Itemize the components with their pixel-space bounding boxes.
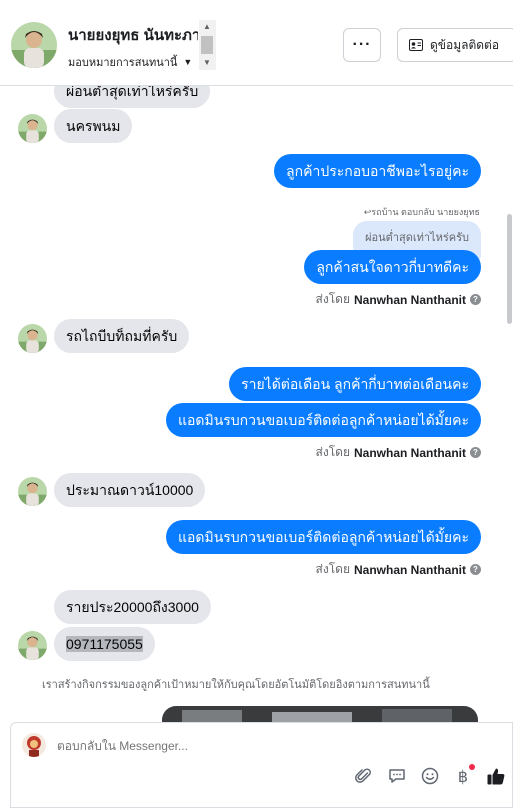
sent-by-prefix: ส่งโดย — [315, 292, 350, 306]
incoming-message: 0971175055 — [54, 627, 155, 661]
contact-info-label: ดูข้อมูลติดต่อ — [430, 37, 500, 52]
system-notice: เราสร้างกิจกรรมของลูกค้าเป้าหมายให้กับคุ… — [42, 679, 430, 691]
outgoing-message: ลูกค้าสนใจดาวกี่บาทดีคะ — [304, 250, 481, 284]
name-scrollbar[interactable]: ▲ ▼ — [199, 20, 216, 70]
info-icon[interactable]: ? — [470, 564, 481, 575]
sent-by-label: ส่งโดย Nanwhan Nanthanit ? — [316, 290, 481, 309]
incoming-message: รายประ20000ถึง3000 — [54, 590, 211, 624]
more-options-button[interactable]: ··· — [343, 28, 381, 62]
outgoing-message: แอดมินรบกวนขอเบอร์ติดต่อลูกค้าหน่อยได้มั… — [165, 520, 481, 554]
media-attachment-preview[interactable] — [162, 706, 478, 722]
sent-by-prefix: ส่งโดย — [315, 445, 350, 459]
reply-indicator: ↩รถบ้าน ตอบกลับ นายยงยุทธ — [363, 207, 480, 217]
contact-avatar-small — [18, 114, 47, 143]
thread-scrollbar[interactable] — [507, 214, 512, 324]
sender-name: Nanwhan Nanthanit — [353, 445, 466, 460]
more-label: ··· — [352, 36, 372, 53]
contact-card-icon — [409, 39, 423, 51]
emoji-icon[interactable] — [420, 766, 440, 786]
notification-dot — [469, 764, 475, 770]
thumbs-up-icon[interactable] — [486, 766, 506, 786]
contact-avatar-small — [18, 631, 47, 660]
contact-avatar-small — [18, 477, 47, 506]
assign-conversation-dropdown[interactable]: มอบหมายการสนทนานี้ ▼ — [68, 53, 192, 71]
scroll-thumb[interactable] — [201, 36, 213, 54]
chevron-down-icon: ▼ — [183, 57, 193, 67]
scroll-up-icon[interactable]: ▲ — [203, 22, 211, 31]
info-icon[interactable]: ? — [470, 447, 481, 458]
incoming-message: รถไถบีบท็ถมที่ครับ — [54, 319, 190, 353]
contact-name: นายยงยุทธ นันทะภา — [68, 27, 198, 44]
incoming-message: ประมาณดาวน์10000 — [54, 473, 206, 507]
composer-toolbar: ฿ — [354, 764, 506, 786]
incoming-message: ผ่อนต่ำสุดเท่าไหร่ครับ — [54, 86, 211, 108]
sent-by-prefix: ส่งโดย — [315, 562, 350, 576]
view-contact-info-button[interactable]: ดูข้อมูลติดต่อ — [397, 28, 513, 62]
baht-icon[interactable]: ฿ — [453, 764, 475, 786]
page-avatar — [22, 733, 46, 757]
message-thread[interactable]: ผ่อนต่ำสุดเท่าไหร่ครับ นครพนม ลูกค้าประก… — [0, 86, 513, 722]
outgoing-message: แอดมินรบกวนขอเบอร์ติดต่อลูกค้าหน่อยได้มั… — [165, 403, 481, 437]
reply-composer: ฿ — [10, 722, 513, 808]
contact-avatar[interactable] — [11, 22, 57, 68]
outgoing-message: รายได้ต่อเดือน ลูกค้ากี่บาทต่อเดือนคะ — [229, 367, 481, 401]
reply-input[interactable] — [57, 739, 437, 753]
assign-label: มอบหมายการสนทนานี้ — [68, 57, 178, 69]
paperclip-icon[interactable] — [354, 766, 374, 786]
sender-name: Nanwhan Nanthanit — [353, 292, 466, 307]
scroll-down-icon[interactable]: ▼ — [203, 58, 211, 67]
contact-avatar-small — [18, 324, 47, 353]
conversation-header: นายยงยุทธ นันทะภา มอบหมายการสนทนานี้ ▼ ▲… — [0, 0, 513, 86]
message-icon[interactable] — [387, 766, 407, 786]
sent-by-label: ส่งโดย Nanwhan Nanthanit ? — [316, 560, 481, 579]
selected-phone-number[interactable]: 0971175055 — [66, 636, 143, 652]
sender-name: Nanwhan Nanthanit — [353, 562, 466, 577]
info-icon[interactable]: ? — [470, 294, 481, 305]
outgoing-message: ลูกค้าประกอบอาชีพอะไรอยู่คะ — [274, 154, 481, 188]
incoming-message: นครพนม — [54, 109, 133, 143]
sent-by-label: ส่งโดย Nanwhan Nanthanit ? — [316, 443, 481, 462]
